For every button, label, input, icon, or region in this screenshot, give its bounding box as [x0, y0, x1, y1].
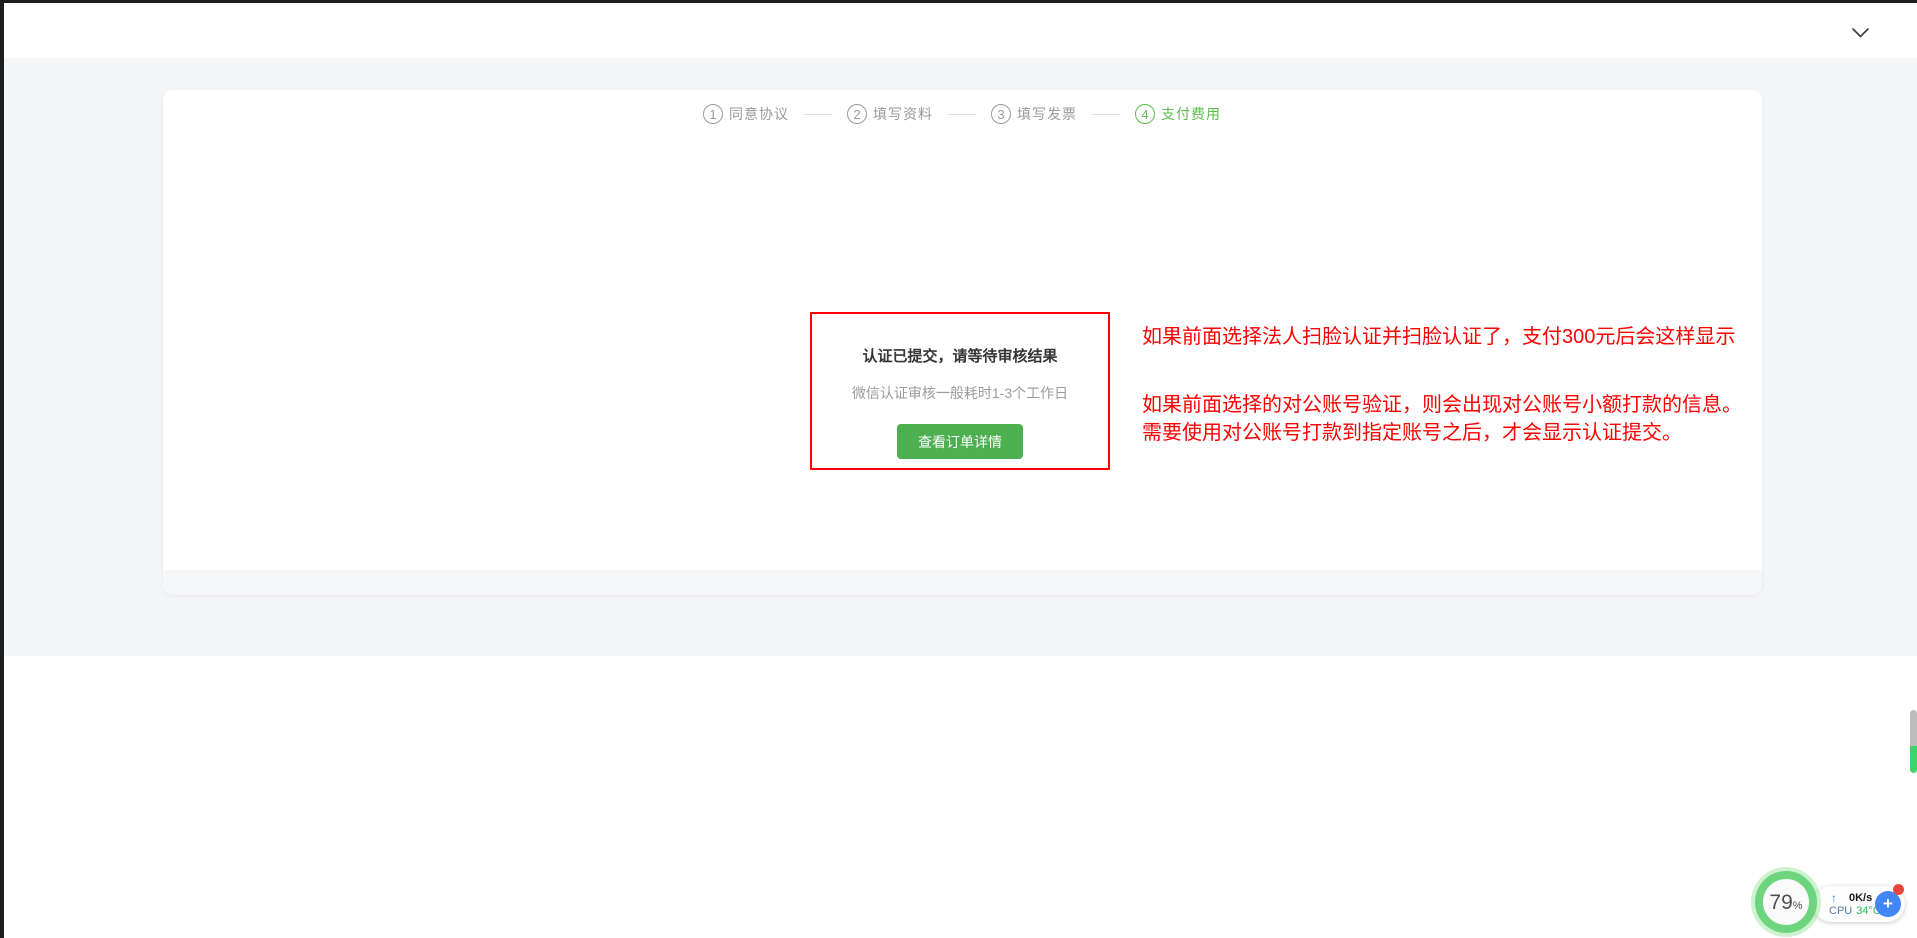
step-connector — [948, 114, 976, 115]
memory-usage-percent: 79 % — [1769, 892, 1802, 913]
step-number-badge: 2 — [847, 104, 867, 124]
system-monitor-widget: ↑ 0K/s CPU 34°C 79 % + — [1750, 865, 1917, 938]
scroll-indicator-track — [1910, 710, 1917, 746]
upload-arrow-icon: ↑ — [1831, 891, 1837, 905]
step-fill-info: 2 填写资料 — [847, 104, 933, 124]
step-label: 同意协议 — [729, 104, 789, 124]
annotation-bank-verification: 如果前面选择的对公账号验证，则会出现对公账号小额打款的信息。 需要使用对公账号打… — [1142, 391, 1832, 447]
card-footer — [163, 570, 1762, 595]
submission-result-box: 认证已提交，请等待审核结果 微信认证审核一般耗时1-3个工作日 查看订单详情 — [810, 312, 1110, 470]
percent-number: 79 — [1769, 892, 1792, 913]
step-number-badge: 3 — [991, 104, 1011, 124]
cpu-label: CPU — [1829, 905, 1852, 917]
step-connector — [804, 114, 832, 115]
step-agree-agreement: 1 同意协议 — [703, 104, 789, 124]
step-number-badge: 1 — [703, 104, 723, 124]
chevron-down-icon[interactable] — [1849, 25, 1871, 41]
result-title: 认证已提交，请等待审核结果 — [812, 345, 1108, 366]
view-order-details-button[interactable]: 查看订单详情 — [897, 424, 1023, 459]
step-label: 支付费用 — [1161, 104, 1221, 124]
scroll-indicator[interactable] — [1910, 710, 1917, 773]
annotation-line: 如果前面选择的对公账号验证，则会出现对公账号小额打款的信息。 — [1142, 391, 1832, 419]
network-speed-value: 0K/s — [1849, 892, 1872, 904]
top-bar — [4, 3, 1917, 58]
step-label: 填写发票 — [1017, 104, 1077, 124]
result-subtitle: 微信认证审核一般耗时1-3个工作日 — [812, 383, 1108, 403]
annotation-face-verification: 如果前面选择法人扫脸认证并扫脸认证了，支付300元后会这样显示 — [1142, 320, 1822, 349]
percent-unit: % — [1793, 899, 1803, 913]
memory-usage-ball[interactable]: 79 % — [1755, 871, 1817, 933]
step-label: 填写资料 — [873, 104, 933, 124]
scroll-indicator-thumb — [1910, 746, 1917, 773]
wizard-stepper: 1 同意协议 2 填写资料 3 填写发票 4 支付费用 — [703, 104, 1221, 124]
window-top-border — [0, 0, 1917, 3]
notification-dot — [1893, 884, 1904, 895]
step-fill-invoice: 3 填写发票 — [991, 104, 1077, 124]
network-speed-row: ↑ 0K/s — [1831, 891, 1872, 905]
cpu-temp-row: CPU 34°C — [1829, 905, 1881, 917]
step-connector — [1092, 114, 1120, 115]
window-left-border — [0, 0, 4, 938]
annotation-line: 需要使用对公账号打款到指定账号之后，才会显示认证提交。 — [1142, 419, 1832, 447]
step-number-badge: 4 — [1135, 104, 1155, 124]
step-pay-fee: 4 支付费用 — [1135, 104, 1221, 124]
